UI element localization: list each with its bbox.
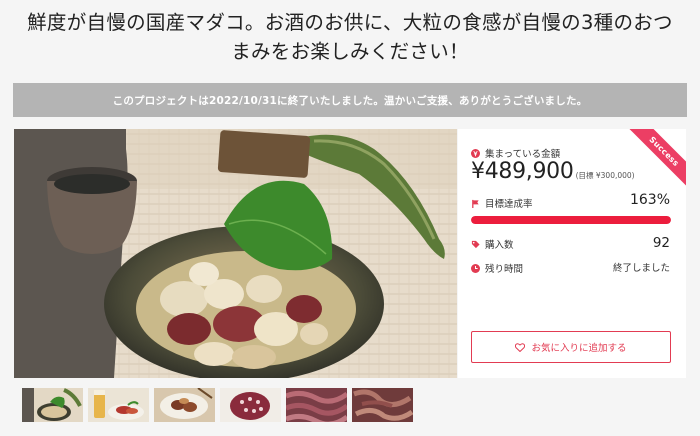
tag-icon [471, 240, 480, 248]
thumbnail-1[interactable] [22, 388, 83, 422]
thumbnail-image [220, 388, 281, 422]
thumbnail-image [352, 388, 413, 422]
progress-bar [471, 216, 671, 224]
thumbnail-3[interactable] [154, 388, 215, 422]
thumbnail-image [154, 388, 215, 422]
time-row: 残り時間 [471, 261, 523, 275]
raised-label: 集まっている金額 [485, 149, 561, 160]
backers-label: 購入数 [485, 240, 514, 251]
thumbnail-5[interactable] [286, 388, 347, 422]
heart-icon [515, 342, 526, 352]
thumbnail-gallery [22, 388, 413, 422]
project-title: 鮮度が自慢の国産マダコ。お酒のお供に、大粒の食感が自慢の3種のおつ まみをお楽し… [0, 8, 700, 66]
thumbnail-2[interactable] [88, 388, 149, 422]
thumbnail-image [88, 388, 149, 422]
time-label: 残り時間 [485, 264, 524, 275]
clock-icon [471, 263, 480, 273]
project-ended-notice: このプロジェクトは2022/10/31に終了いたしました。温かいご支援、ありがと… [13, 83, 687, 117]
add-favorite-button[interactable]: お気に入りに追加する [471, 331, 671, 363]
achievement-row: 目標達成率 [471, 196, 533, 210]
achievement-value: 163% [629, 192, 670, 208]
thumbnail-image [22, 388, 83, 422]
main-product-photo[interactable] [14, 129, 457, 378]
thumbnail-6[interactable] [352, 388, 413, 422]
flag-icon [472, 199, 479, 208]
thumbnail-image [286, 388, 347, 422]
backers-row: 購入数 [471, 237, 514, 251]
goal-text: (目標 ¥300,000) [575, 171, 635, 180]
achievement-label: 目標達成率 [485, 199, 533, 210]
octopus-dish-image [14, 129, 457, 378]
project-title-line2: まみをお楽しみください！ [231, 40, 469, 63]
raised-row: 集まっている金額 [471, 146, 560, 160]
raised-amount-value: ¥489,900 [471, 159, 574, 184]
thumbnail-4[interactable] [220, 388, 281, 422]
add-favorite-label: お気に入りに追加する [531, 343, 627, 354]
progress-bar-fill [471, 216, 671, 224]
backers-value: 92 [652, 235, 670, 251]
yen-coin-icon [471, 148, 480, 158]
funding-panel: Success 集まっている金額 ¥489,900 (目標 ¥300,000) 目… [458, 129, 686, 378]
raised-amount: ¥489,900 (目標 ¥300,000) [471, 159, 635, 184]
project-title-line1: 鮮度が自慢の国産マダコ。お酒のお供に、大粒の食感が自慢の3種のおつ [27, 11, 673, 34]
time-value: 終了しました [612, 263, 670, 274]
